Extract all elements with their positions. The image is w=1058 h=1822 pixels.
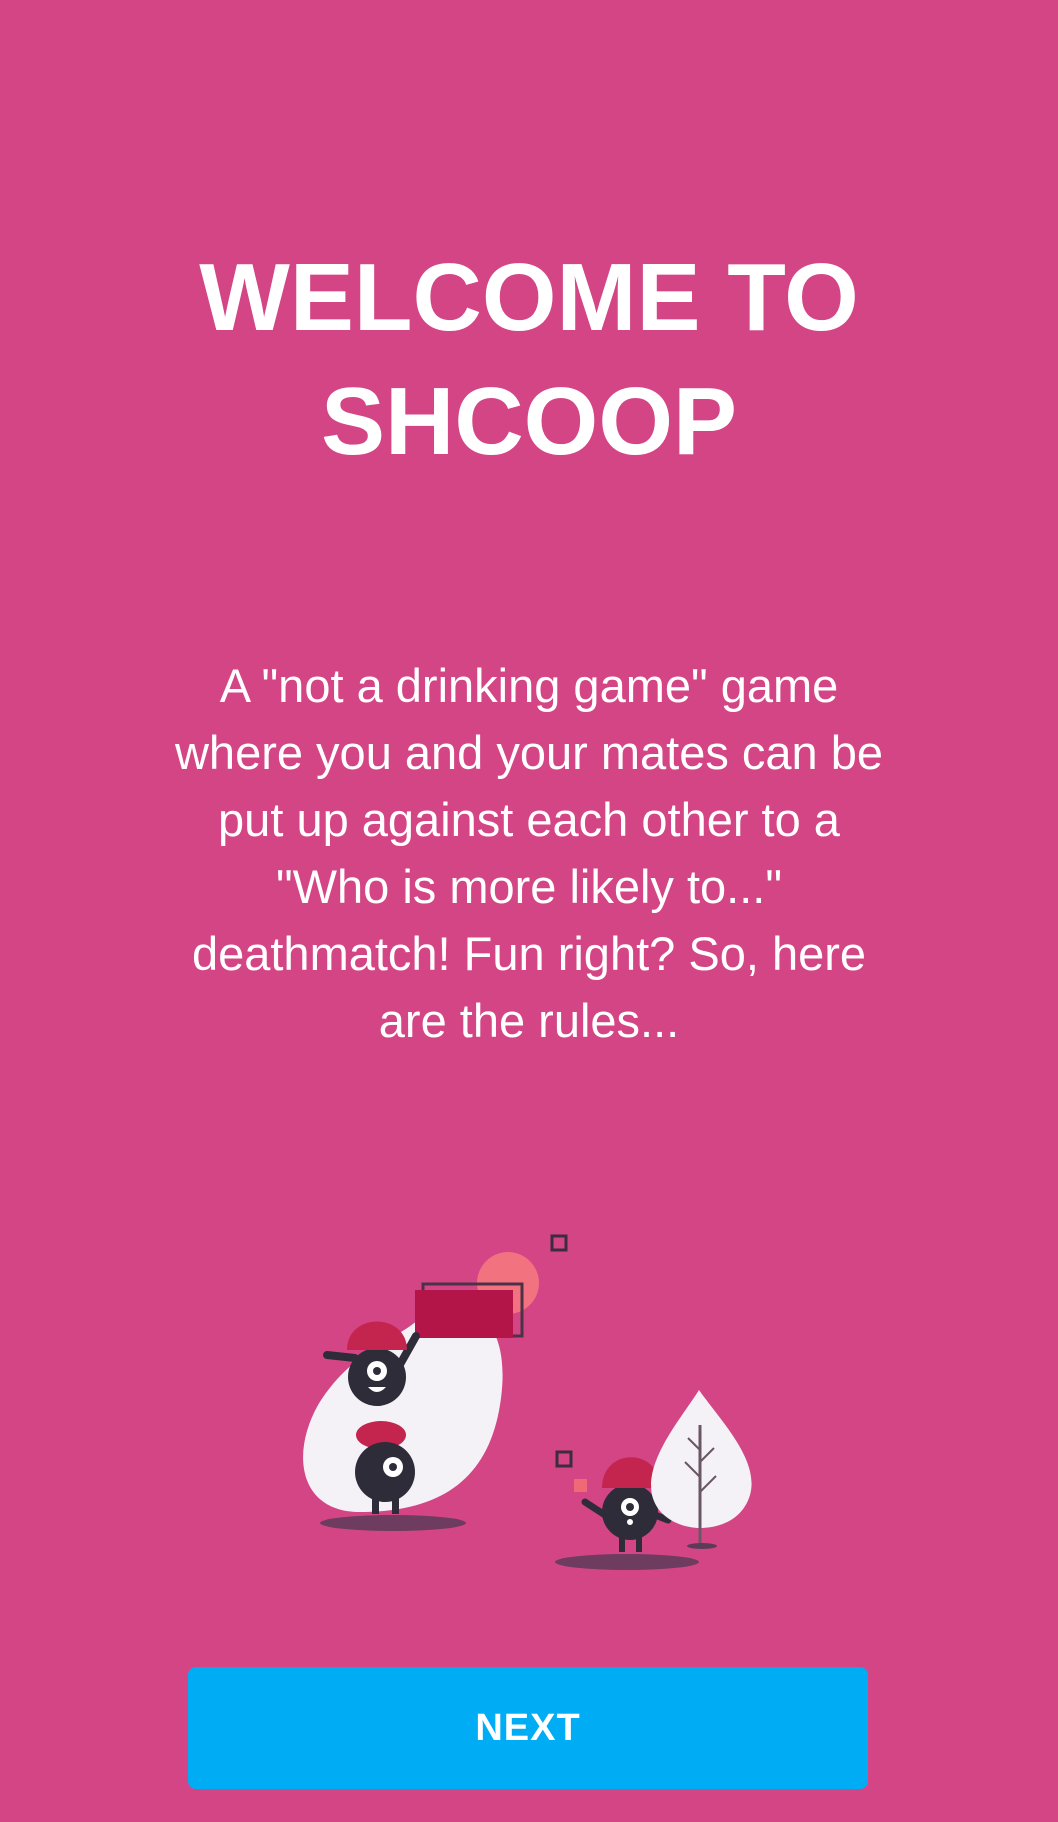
monster-hat <box>347 1321 407 1350</box>
monster-leg <box>636 1536 642 1552</box>
small-square <box>550 1234 568 1252</box>
monster-pupil <box>373 1367 381 1375</box>
ground-shadow <box>555 1554 699 1570</box>
description-line: A "not a drinking game" game <box>219 659 839 712</box>
tree-base <box>687 1543 717 1549</box>
welcome-description: A "not a drinking game" game where you a… <box>100 652 958 1054</box>
monster-dot <box>627 1519 633 1525</box>
description-line: deathmatch! Fun right? So, here <box>191 927 867 980</box>
monster-leg <box>619 1536 625 1552</box>
monster-pupil <box>389 1463 397 1471</box>
monsters-illustration <box>303 1234 752 1570</box>
monster-arm <box>323 1351 359 1362</box>
title-line: WELCOME TO <box>199 244 859 351</box>
description-line: put up against each other to a <box>218 793 840 846</box>
title-line: SHCOOP <box>320 368 738 475</box>
monster-pupil <box>626 1503 634 1511</box>
next-button[interactable]: NEXT <box>188 1667 868 1789</box>
monster-leg <box>392 1496 399 1514</box>
monster-arm <box>581 1498 609 1519</box>
ground-shadow <box>320 1515 466 1531</box>
welcome-screen: WELCOME TO SHCOOP A "not a drinking game… <box>0 0 1058 1822</box>
description-line: "Who is more likely to..." <box>275 860 783 913</box>
small-square <box>555 1450 573 1468</box>
red-box <box>415 1290 513 1338</box>
monster-leg <box>372 1496 379 1514</box>
small-square <box>574 1479 587 1492</box>
description-line: where you and your mates can be <box>174 726 884 779</box>
welcome-title: WELCOME TO SHCOOP <box>0 236 1058 484</box>
description-line: are the rules... <box>378 994 680 1047</box>
